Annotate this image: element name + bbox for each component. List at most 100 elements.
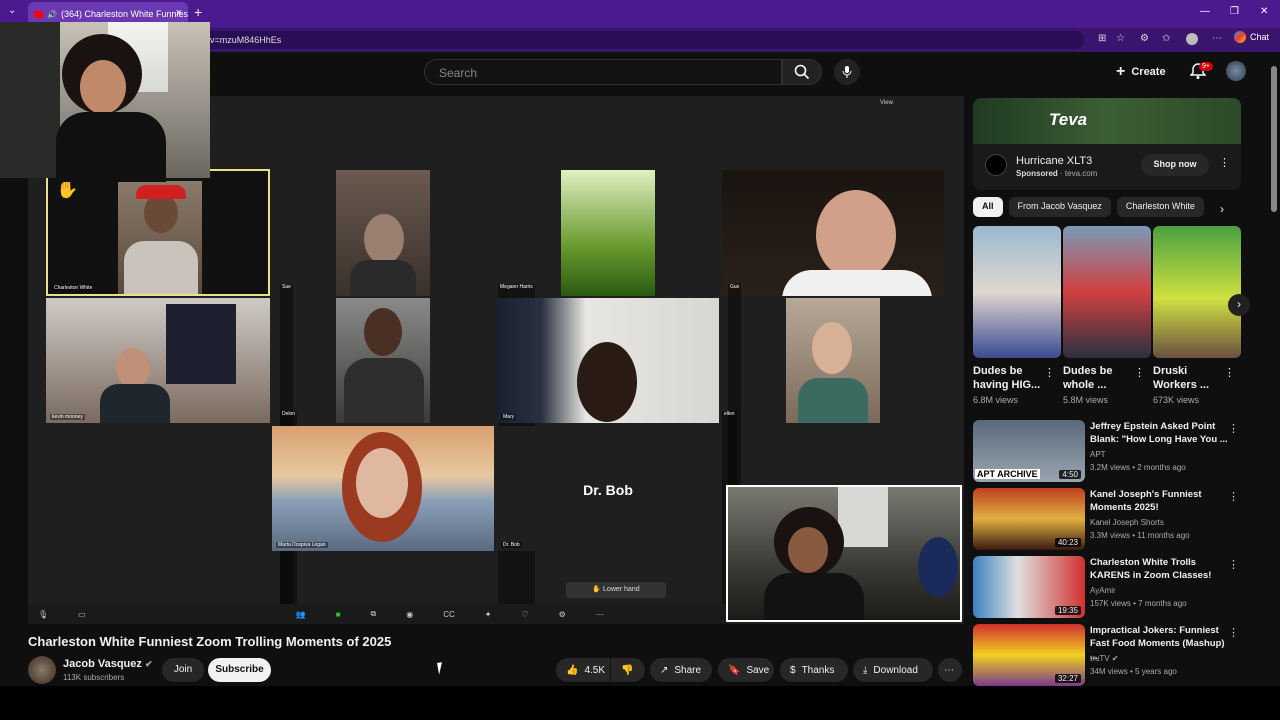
notification-count-badge: 9+ [1199, 62, 1213, 71]
chip-all[interactable]: All [973, 197, 1003, 217]
video-more-icon[interactable]: ⋮ [1228, 422, 1239, 435]
chips-next-chevron-icon[interactable]: › [1220, 202, 1224, 216]
thumbs-up-icon: 👍 [566, 664, 579, 676]
share-screen-icon[interactable]: ⧉ [371, 609, 377, 619]
sponsored-ad-card[interactable]: Teva Hurricane XLT3 Sponsored · teva.com… [973, 98, 1241, 190]
tab-list-chevron-icon[interactable]: ⌄ [8, 5, 16, 16]
participant-name: Mary [501, 414, 517, 420]
short-thumbnail[interactable] [1063, 226, 1151, 358]
restore-icon[interactable]: ❐ [1230, 6, 1239, 17]
channel-avatar[interactable] [28, 656, 56, 684]
short-thumbnail[interactable] [1153, 226, 1241, 358]
video-more-icon[interactable]: ⋮ [1228, 490, 1239, 503]
short-title[interactable]: Druski Workers ... [1153, 364, 1229, 392]
zoom-tile-kevin: kevin mooney [46, 298, 270, 423]
participant-name: kevin mooney [50, 414, 85, 420]
short-title[interactable]: Dudes be having HIG... [973, 364, 1049, 392]
lower-hand-button[interactable]: ✋ Lower hand [566, 582, 666, 598]
chat-button[interactable]: Chat [1234, 31, 1269, 43]
search-icon [794, 64, 810, 80]
close-window-icon[interactable]: ✕ [1260, 6, 1268, 17]
short-more-icon[interactable]: ⋮ [1134, 366, 1145, 379]
shorts-next-button[interactable]: › [1228, 294, 1250, 316]
short-title[interactable]: Dudes be whole ... [1063, 364, 1139, 392]
video-channel: APT [1090, 450, 1106, 459]
page-scrollbar[interactable] [1271, 66, 1277, 212]
thanks-icon: $ [790, 664, 796, 676]
extensions-icon[interactable]: ⚙ [1140, 33, 1149, 44]
zoom-tile-marta: Marta Dospiva Legan [272, 426, 494, 551]
thanks-button[interactable]: $ Thanks [780, 658, 848, 682]
video-camera-icon[interactable]: ▭ [78, 610, 86, 619]
video-title: Charleston White Trolls KARENS in Zoom C… [1090, 557, 1212, 581]
like-count: 4.5K [584, 664, 606, 676]
short-more-icon[interactable]: ⋮ [1044, 366, 1055, 379]
short-more-icon[interactable]: ⋮ [1224, 366, 1235, 379]
channel-name[interactable]: Jacob Vasquez ✔ [63, 658, 152, 670]
save-label: Save [746, 664, 770, 676]
chat-icon[interactable]: ■ [336, 610, 341, 619]
subscriber-count: 113K subscribers [63, 673, 125, 682]
recommended-video[interactable]: 40:23 Kanel Joseph's Funniest Moments 20… [973, 488, 1243, 552]
new-tab-icon[interactable]: + [194, 4, 202, 20]
more-actions-button[interactable]: ⋯ [938, 658, 962, 682]
captions-icon[interactable]: CC [443, 610, 455, 619]
like-button[interactable]: 👍 4.5K [556, 658, 610, 682]
zoom-view-label[interactable]: View [880, 100, 893, 106]
save-button[interactable]: 🔖 Save [718, 658, 774, 682]
favorites-icon[interactable]: ✩ [1162, 33, 1170, 44]
participants-icon[interactable]: 👥 [296, 610, 306, 619]
zoom-tile-mary: Mary [497, 298, 719, 423]
video-channel: AyAmir [1090, 586, 1116, 595]
account-avatar[interactable] [1226, 61, 1246, 81]
video-channel-text: truTV [1090, 654, 1110, 663]
video-more-icon[interactable]: ⋮ [1228, 626, 1239, 639]
ad-sponsored: Sponsored [1016, 169, 1058, 178]
subscribe-button[interactable]: Subscribe [208, 658, 271, 682]
video-thumbnail: APT ARCHIVE 4:50 [973, 420, 1085, 482]
short-thumbnail[interactable] [973, 226, 1061, 358]
recommended-video[interactable]: 32:27 Impractical Jokers: Funniest Fast … [973, 624, 1243, 688]
close-tab-icon[interactable]: × [176, 7, 182, 19]
ai-companion-icon[interactable]: ✦ [485, 610, 492, 619]
search-button[interactable] [782, 59, 822, 85]
app-icon[interactable]: ⊞ [1098, 33, 1106, 44]
ad-title: Hurricane XLT3 [1016, 155, 1093, 167]
recommended-video[interactable]: APT ARCHIVE 4:50 Jeffrey Epstein Asked P… [973, 420, 1243, 484]
zoom-tile-gus [722, 170, 944, 296]
video-duration: 32:27 [1054, 674, 1081, 683]
speaker-icon[interactable]: 🔊 [47, 10, 57, 19]
ad-more-icon[interactable]: ⋮ [1219, 156, 1230, 169]
search-input[interactable]: Search [424, 59, 782, 85]
url-text: v=mzuM846HhEs [210, 35, 282, 45]
recommended-video[interactable]: 19:35 Charleston White Trolls KARENS in … [973, 556, 1243, 620]
chip-charleston[interactable]: Charleston White [1116, 197, 1204, 217]
reactions-icon[interactable]: ♡ [522, 610, 529, 619]
star-icon[interactable]: ☆ [1116, 33, 1125, 44]
url-field[interactable]: v=mzuM846HhEs [204, 31, 1084, 49]
download-button[interactable]: ⤓ Download [853, 658, 933, 682]
video-more-icon[interactable]: ⋮ [1228, 558, 1239, 571]
video-duration: 40:23 [1054, 538, 1081, 547]
chip-from-channel[interactable]: From Jacob Vasquez [1008, 197, 1111, 217]
video-duration: 4:50 [1059, 470, 1081, 479]
more-menu-icon[interactable]: ⋯ [1212, 33, 1222, 44]
voice-search-button[interactable] [834, 59, 860, 85]
profile-icon[interactable] [1186, 33, 1198, 45]
teva-logo: Teva [1049, 110, 1088, 129]
join-button[interactable]: Join [162, 658, 204, 682]
minimize-icon[interactable]: — [1200, 6, 1210, 17]
chat-label: Chat [1250, 32, 1270, 42]
mic-icon[interactable]: 🎙 [38, 610, 48, 619]
dislike-button[interactable]: 👎 [611, 658, 645, 682]
video-thumbnail: 40:23 [973, 488, 1085, 550]
plus-icon: + [1116, 63, 1126, 80]
verified-icon: ✔ [144, 659, 153, 669]
settings-gear-icon[interactable]: ⚙ [559, 610, 566, 619]
record-icon[interactable]: ◉ [406, 610, 413, 619]
ad-banner-image: Teva [973, 98, 1241, 144]
more-icon[interactable]: ⋯ [596, 610, 604, 619]
create-button[interactable]: + Create [1116, 60, 1166, 84]
share-button[interactable]: ↗ Share [650, 658, 712, 682]
shop-now-button[interactable]: Shop now [1141, 154, 1209, 176]
